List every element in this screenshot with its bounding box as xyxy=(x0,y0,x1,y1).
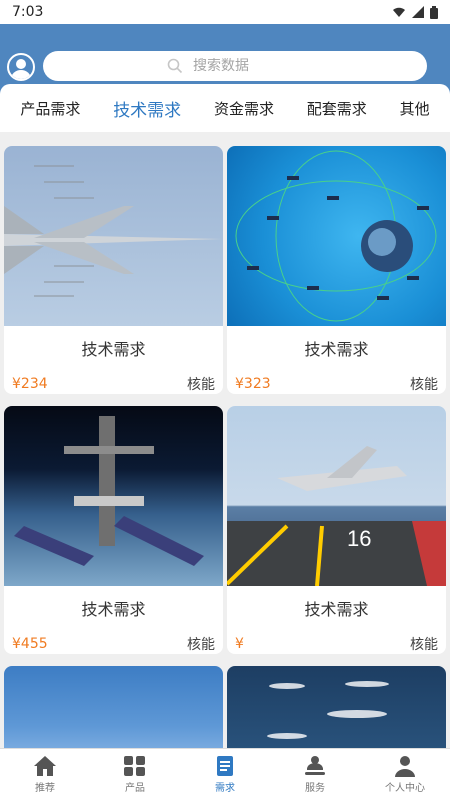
nav-label: 需求 xyxy=(215,783,235,794)
demand-card[interactable]: 技术需求 ¥234 核能 xyxy=(4,146,223,394)
tab-support-demand[interactable]: 配套需求 xyxy=(305,92,369,125)
card-tag: 核能 xyxy=(187,377,215,393)
nav-item-profile[interactable]: 个人中心 xyxy=(365,755,445,794)
document-icon xyxy=(217,756,233,776)
avatar-button[interactable] xyxy=(7,53,35,81)
tab-other[interactable]: 其他 xyxy=(398,92,432,125)
person-icon xyxy=(395,756,415,777)
card-title: 技术需求 xyxy=(304,600,369,619)
tab-fund-demand[interactable]: 资金需求 xyxy=(212,92,276,125)
battery-icon xyxy=(430,5,438,19)
card-title: 技术需求 xyxy=(81,340,146,359)
card-price: ¥234 xyxy=(12,376,48,392)
bottom-nav: 推荐 产品 需求 服务 个人中心 xyxy=(0,748,450,800)
demand-card[interactable] xyxy=(4,666,223,748)
nav-item-demand[interactable]: 需求 xyxy=(185,755,265,794)
search-bar[interactable] xyxy=(43,51,427,81)
nav-item-product[interactable]: 产品 xyxy=(95,755,175,794)
carrier-jet-image: 16 xyxy=(227,406,446,586)
home-icon xyxy=(34,756,56,776)
wifi-icon xyxy=(393,7,405,17)
card-title: 技术需求 xyxy=(304,340,369,359)
demand-card[interactable]: 技术需求 ¥455 核能 xyxy=(4,406,223,654)
nav-label: 个人中心 xyxy=(385,783,425,794)
sea-fleet-image xyxy=(227,666,446,748)
signal-icon xyxy=(412,6,424,18)
satellite-network-image xyxy=(227,146,446,326)
demand-card[interactable]: 技术需求 ¥323 核能 xyxy=(227,146,446,394)
nav-item-service[interactable]: 服务 xyxy=(275,755,355,794)
search-icon xyxy=(167,58,183,74)
status-icons xyxy=(392,5,438,19)
space-station-image xyxy=(4,406,223,586)
demand-card[interactable] xyxy=(227,666,446,748)
tab-product-demand[interactable]: 产品需求 xyxy=(18,92,82,125)
nav-item-recommend[interactable]: 推荐 xyxy=(5,755,85,794)
card-tag: 核能 xyxy=(187,637,215,653)
card-price: ¥455 xyxy=(12,636,48,652)
status-bar: 7:03 xyxy=(0,0,450,24)
status-time: 7:03 xyxy=(12,4,44,20)
sky-image xyxy=(4,666,223,748)
card-title: 技术需求 xyxy=(81,600,146,619)
demand-card[interactable]: 16 技术需求 ¥ 核能 xyxy=(227,406,446,654)
nav-label: 服务 xyxy=(305,783,325,794)
nav-label: 推荐 xyxy=(35,783,55,794)
fighter-jet-image xyxy=(4,146,223,326)
grid-icon xyxy=(124,756,145,776)
card-tag: 核能 xyxy=(410,637,438,653)
card-tag: 核能 xyxy=(410,377,438,393)
service-icon xyxy=(305,756,325,775)
demand-grid: 技术需求 ¥234 核能 技术需求 ¥323 核能 技术需求 ¥455 核能 1… xyxy=(0,140,450,748)
card-price: ¥ xyxy=(235,636,244,652)
category-tabs: 产品需求 技术需求 资金需求 配套需求 其他 xyxy=(0,84,450,132)
card-price: ¥323 xyxy=(235,376,271,392)
user-avatar-icon xyxy=(11,59,31,79)
svg-text:16: 16 xyxy=(347,526,371,551)
nav-label: 产品 xyxy=(125,783,145,794)
tab-tech-demand[interactable]: 技术需求 xyxy=(111,90,183,127)
search-input[interactable] xyxy=(193,58,303,74)
